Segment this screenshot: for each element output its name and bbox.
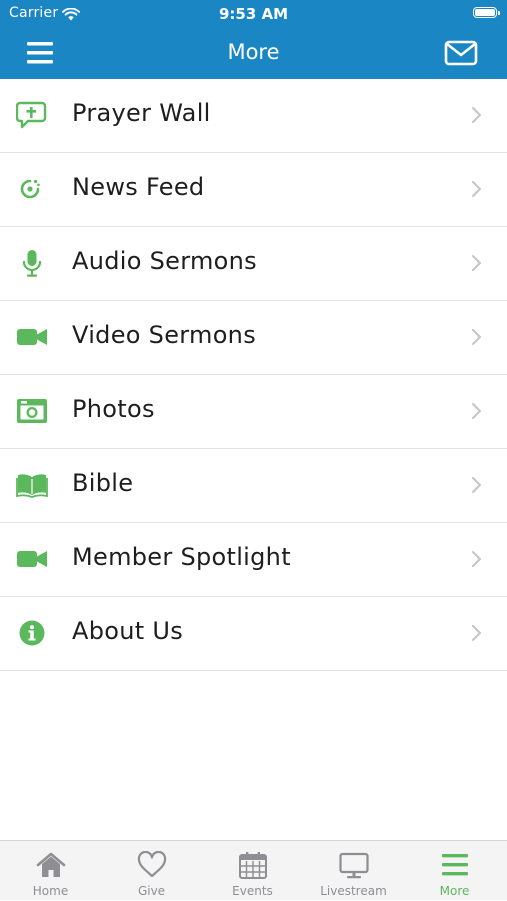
tab-label: More — [439, 884, 470, 898]
tab-label: Give — [137, 884, 166, 898]
menu-item-label: News Feed — [72, 173, 205, 201]
more-menu-list: Prayer Wall News Feed Audio Sermons Vide… — [0, 79, 507, 671]
menu-item-video-sermons[interactable]: Video Sermons — [0, 301, 507, 375]
chevron-right-icon — [471, 402, 482, 420]
tab-more[interactable]: More — [404, 841, 505, 901]
app-header: Carrier 9:53 AM More — [0, 0, 507, 79]
chevron-right-icon — [471, 180, 482, 198]
menu-item-audio-sermons[interactable]: Audio Sermons — [0, 227, 507, 301]
tab-bar: Home Give Events Livestream More — [0, 840, 507, 900]
chevron-right-icon — [471, 106, 482, 124]
video-camera-icon — [16, 545, 48, 573]
menu-item-label: Photos — [72, 395, 155, 423]
tab-give[interactable]: Give — [101, 841, 202, 901]
video-camera-icon — [16, 323, 48, 351]
prayer-speech-bubble-icon — [16, 101, 48, 129]
clock-time: 9:53 AM — [218, 5, 289, 23]
monitor-icon — [339, 852, 369, 879]
menu-item-label: About Us — [72, 617, 184, 645]
battery-icon — [473, 7, 500, 18]
status-bar: Carrier 9:53 AM — [0, 0, 507, 28]
tab-label: Home — [32, 884, 69, 898]
tab-label: Events — [232, 884, 273, 898]
rss-feed-icon — [16, 175, 48, 203]
chevron-right-icon — [471, 476, 482, 494]
menu-item-label: Bible — [72, 469, 134, 497]
microphone-icon — [16, 249, 48, 277]
menu-item-member-spotlight[interactable]: Member Spotlight — [0, 523, 507, 597]
tab-home[interactable]: Home — [0, 841, 101, 901]
navigation-bar: More — [0, 28, 507, 79]
menu-item-news-feed[interactable]: News Feed — [0, 153, 507, 227]
chevron-right-icon — [471, 328, 482, 346]
menu-item-photos[interactable]: Photos — [0, 375, 507, 449]
menu-item-prayer-wall[interactable]: Prayer Wall — [0, 79, 507, 153]
menu-item-label: Video Sermons — [72, 321, 256, 349]
chevron-right-icon — [471, 550, 482, 568]
menu-item-label: Member Spotlight — [72, 543, 291, 571]
chevron-right-icon — [471, 254, 482, 272]
tab-events[interactable]: Events — [202, 841, 303, 901]
menu-item-about-us[interactable]: About Us — [0, 597, 507, 671]
calendar-icon — [239, 852, 267, 879]
open-book-icon — [16, 471, 48, 499]
menu-item-bible[interactable]: Bible — [0, 449, 507, 523]
tab-livestream[interactable]: Livestream — [303, 841, 404, 901]
page-title: More — [227, 40, 280, 64]
mail-button[interactable] — [444, 40, 478, 66]
menu-item-label: Audio Sermons — [72, 247, 257, 275]
menu-item-label: Prayer Wall — [72, 99, 211, 127]
info-circle-icon — [16, 619, 48, 647]
home-icon — [36, 852, 66, 877]
camera-icon — [16, 397, 48, 425]
chevron-right-icon — [471, 624, 482, 642]
tab-label: Livestream — [320, 884, 387, 898]
heart-icon — [137, 851, 167, 878]
hamburger-menu-icon — [442, 854, 468, 876]
envelope-icon — [444, 40, 478, 66]
